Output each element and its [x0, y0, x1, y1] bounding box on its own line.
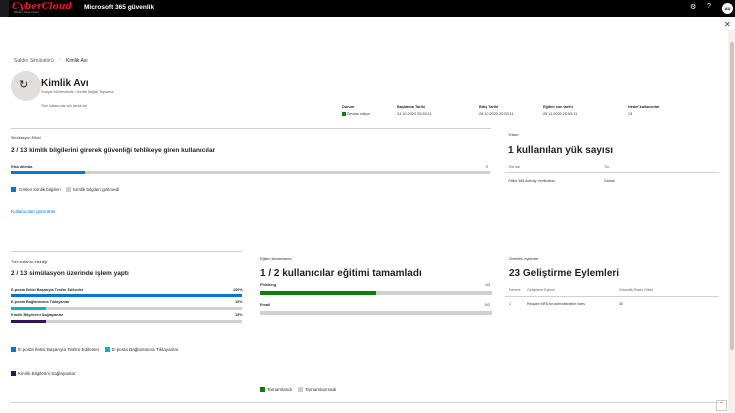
legend-swatch-provided — [11, 371, 16, 376]
rec-col-action: Geliştirme Eylemi — [527, 288, 555, 292]
divider — [11, 402, 719, 403]
recommended-title: 23 Geliştirme Eylemleri — [509, 268, 620, 279]
activity-bar-value: 100% — [233, 288, 243, 292]
rec-row-score: 30 — [619, 302, 623, 306]
activity-title: 2 / 13 simülasyon üzerinde işlem yaptı — [11, 270, 129, 277]
payloads-title: 1 kullanılan yük sayısı — [508, 145, 614, 156]
activity-bar-label: E-posta Bağlantısına Tıklayanlar — [11, 300, 70, 304]
app-title[interactable]: Microsoft 365 güvenlik — [84, 4, 154, 11]
training-title: 1 / 2 kullanıcılar eğitimi tamamladı — [260, 268, 422, 279]
training-label: Eğitim tamamlama — [260, 257, 292, 261]
training-bar-fill — [260, 291, 376, 295]
scrollbar-thumb[interactable] — [730, 42, 734, 350]
rec-col-rank: Derece — [509, 288, 521, 292]
activity-bar-fill — [11, 294, 242, 297]
divider — [11, 128, 491, 129]
meta-training-value: 25.11.2020 20:53:11 — [543, 112, 578, 116]
meta-end-label: Bitiş Tarihi — [479, 105, 499, 109]
training-bar-value: 1/2 — [485, 283, 491, 287]
training-bar-value: 0/2 — [485, 303, 491, 307]
payload-row-type: Global — [604, 179, 615, 183]
meta-start-label: Başlatma Tarihi — [397, 105, 425, 109]
payload-col-type: Tür — [604, 165, 610, 169]
risk-bar-fill — [11, 171, 85, 174]
meta-training-label: Eğitim son tarihi — [543, 105, 573, 109]
training-bar — [260, 291, 492, 295]
legend-swatch-delivered — [11, 347, 16, 352]
meta-targets-label: Hedef kullanıcılar — [628, 105, 660, 109]
activity-bar-value: 15% — [235, 300, 243, 304]
meta-end-value: 28.10.2020 20:53:11 — [479, 112, 514, 116]
breadcrumb-chevron-icon: › — [59, 57, 61, 63]
meta-status-value: Devam ediyor — [342, 112, 370, 116]
meta-status-label: Durum — [342, 105, 355, 109]
legend-swatch-not-entered — [66, 187, 71, 192]
divider — [505, 172, 719, 173]
activity-bar — [11, 307, 242, 310]
legend-provided: Kimlik Bilgilerini Sağlayanlar — [18, 371, 76, 376]
company-logo: CyberCloud Bilişim Teknolojileri — [12, 1, 72, 14]
rec-row-rank: 1 — [509, 302, 511, 306]
legend-clicked: E-posta Bağlantısına Tıklayanlar — [112, 347, 179, 352]
legend-delivered: E-posta İletisi Başarıyla Teslim Edilenl… — [18, 347, 100, 352]
legend-swatch-entered — [11, 187, 16, 192]
payloads-label: Yükler — [508, 133, 519, 137]
activity-label: Tüm kullanıcı etkinliği — [11, 260, 48, 264]
activity-bar-fill — [11, 307, 46, 310]
meta-start-value: 24.10.2020 20:53:11 — [397, 112, 432, 116]
settings-gear-icon[interactable]: ⚙ — [690, 3, 696, 11]
check-icon — [342, 112, 346, 116]
training-bar-label: Email — [260, 303, 271, 307]
legend-swatch-completed — [260, 387, 265, 392]
divider — [505, 296, 719, 297]
risk-value: 2 — [486, 165, 489, 169]
close-icon[interactable]: ✕ — [724, 20, 731, 29]
risk-label: Risk altında — [11, 165, 33, 169]
view-users-link[interactable]: Kullanıcıları görüntüle — [11, 209, 55, 214]
legend-not-completed: Tamamlanmadı — [305, 387, 337, 392]
payload-row-name[interactable]: Office 365 Activity Verification — [508, 179, 555, 183]
app-launcher-icon[interactable] — [0, 0, 9, 17]
breadcrumb-parent[interactable]: Saldırı Simülatörü — [14, 58, 54, 64]
page-description: Tüm kullanıcılar için kimlik avı — [41, 104, 88, 108]
sim-effect-label: Simülasyon Etkisi — [11, 136, 41, 140]
rec-col-score: Güvenlik Puanı Etkisi — [619, 288, 653, 292]
activity-bar — [11, 294, 242, 297]
legend-not-entered: Kimlik bilgileri girilmedi — [73, 187, 120, 192]
user-avatar[interactable]: AU — [722, 3, 733, 14]
training-bar — [260, 311, 492, 315]
page-title: Kimlik Avı — [41, 78, 89, 89]
legend-completed: Tamamlandı — [267, 387, 293, 392]
training-bar-label: Phishing — [260, 283, 277, 287]
divider — [11, 251, 242, 252]
legend-entered: Girilen kimlik bilgileri — [19, 187, 61, 192]
page-subtitle: Sosyal Mühendislik • Kimlik Bilgisi Topl… — [41, 90, 114, 94]
activity-bar — [11, 320, 242, 323]
activity-bar-value: 15% — [235, 313, 243, 317]
rec-row-action[interactable]: Require MFA for administrative roles — [527, 302, 585, 306]
meta-targets-value: 13 — [628, 112, 633, 116]
sim-effect-title: 2 / 13 kimlik bilgilerini girerek güvenl… — [11, 147, 216, 154]
legend-swatch-clicked — [105, 347, 110, 352]
legend-swatch-not-completed — [298, 387, 303, 392]
help-icon[interactable]: ? — [707, 3, 711, 10]
risk-bar — [11, 171, 490, 174]
activity-bar-fill — [11, 320, 46, 323]
recommended-label: Önerilen eylemler — [509, 257, 539, 261]
payload-col-name: Yük adı — [508, 165, 521, 169]
activity-bar-label: E-posta İletisi Başarıyla Teslim Edilenl… — [11, 288, 84, 292]
phishing-hook-icon: ↻ — [19, 79, 29, 91]
breadcrumb-current: Kimlik Avı — [66, 58, 88, 64]
activity-bar-label: Kimlik Bilgilerini Sağlayanlar — [11, 313, 64, 317]
